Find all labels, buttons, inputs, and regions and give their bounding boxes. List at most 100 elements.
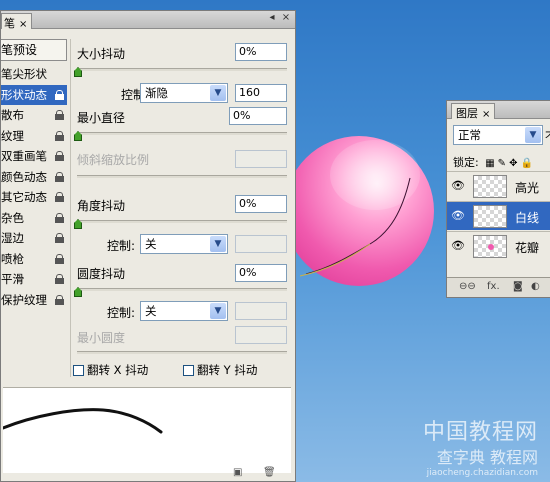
lock-all-icon[interactable]: 🔒 (520, 158, 532, 169)
eye-icon[interactable]: 👁 (451, 210, 465, 222)
min-diameter-label: 最小直径 (77, 111, 126, 125)
lock-icon[interactable] (55, 274, 64, 284)
angle-control-value: 关 (145, 237, 157, 251)
watermark-title: 中国教程网 (422, 420, 538, 445)
lock-icon[interactable] (55, 171, 64, 182)
lock-icon[interactable] (55, 253, 64, 264)
trash-icon[interactable]: 🗑 (263, 467, 276, 479)
layer-thumbnail (473, 175, 507, 198)
list-item-protect-texture[interactable]: 保护纹理 (1, 290, 67, 311)
list-item-noise[interactable]: 杂色 (1, 208, 67, 229)
flip-x-checkbox[interactable] (73, 365, 84, 376)
chevron-down-icon[interactable]: ▼ (210, 85, 226, 101)
lock-paint-icon[interactable]: ✎ (498, 158, 506, 169)
roundness-control-value: 关 (145, 304, 157, 318)
angle-control-input[interactable] (235, 235, 287, 253)
lock-icon[interactable] (55, 212, 64, 223)
list-item-wet-edges[interactable]: 湿边 (1, 228, 67, 249)
roundness-jitter-label: 圆度抖动 (77, 267, 126, 281)
panel-divider (70, 39, 71, 377)
size-control-select[interactable]: 渐隐 ▼ (140, 83, 228, 103)
tab-brushes-label: 笔 (4, 17, 15, 30)
lock-icon[interactable] (55, 294, 64, 305)
list-item-brush-tip-shape[interactable]: 笔尖形状 (1, 64, 67, 85)
roundness-jitter-input[interactable]: 0% (235, 264, 287, 282)
layer-thumbnail (473, 205, 507, 228)
brush-presets-button[interactable]: 笔预设 (1, 39, 67, 61)
blend-mode-value: 正常 (458, 128, 481, 142)
flip-y-checkbox[interactable] (183, 365, 194, 376)
list-item-shape-dynamics[interactable]: 形状动态 (1, 84, 67, 105)
chevron-down-icon[interactable]: ▼ (525, 127, 541, 143)
angle-jitter-input[interactable]: 0% (235, 195, 287, 213)
lock-icon[interactable] (55, 192, 64, 202)
close-icon[interactable]: × (19, 19, 27, 30)
fx-icon[interactable]: fx. (487, 281, 500, 292)
new-brush-icon[interactable]: ▣ (233, 467, 245, 479)
layer-name: 白线 (515, 211, 540, 225)
tab-brushes[interactable]: 笔 × (1, 13, 33, 30)
chevron-down-icon[interactable]: ▼ (210, 236, 226, 252)
min-diameter-input[interactable]: 0% (229, 107, 287, 125)
lock-transparency-icon[interactable]: ▦ (485, 158, 494, 169)
min-diameter-slider[interactable] (77, 132, 287, 135)
list-item-texture[interactable]: 纹理 (1, 126, 67, 147)
lock-icon[interactable] (55, 110, 64, 120)
close-panel-icon[interactable]: × (280, 12, 292, 24)
collapse-icon[interactable]: ◂ (266, 12, 278, 24)
tilt-scale-input[interactable] (235, 150, 287, 168)
lock-icon[interactable] (55, 151, 64, 161)
list-item-scattering[interactable]: 散布 (1, 105, 67, 126)
lock-label: 锁定: (453, 156, 479, 169)
list-item-smoothing[interactable]: 平滑 (1, 269, 67, 290)
layer-row-white-line[interactable]: 👁 白线 (447, 201, 550, 230)
list-item-dual-brush[interactable]: 双重画笔 (1, 146, 67, 167)
angle-jitter-slider[interactable] (77, 220, 287, 223)
adjustment-icon[interactable]: ◐ (531, 281, 540, 292)
brush-stroke-icon (1, 408, 163, 434)
min-roundness-input[interactable] (235, 326, 287, 344)
eye-icon[interactable]: 👁 (451, 180, 465, 192)
lock-icon[interactable] (55, 233, 64, 243)
lock-row: 锁定: ▦ ✎ ✥ 🔒 (453, 154, 533, 170)
brushes-panel-titlebar[interactable]: 笔 × ◂ × (1, 11, 295, 30)
roundness-control-label: 控制: (107, 306, 136, 320)
roundness-jitter-slider[interactable] (77, 288, 287, 291)
tab-layers[interactable]: 图层 × (451, 103, 496, 120)
layer-row-petal[interactable]: 👁 花瓣 (447, 231, 550, 260)
petal-thumbnail-dot (488, 244, 494, 250)
tab-layers-label: 图层 (456, 107, 478, 120)
layers-panel-titlebar[interactable]: 图层 × (447, 101, 550, 120)
min-roundness-slider[interactable] (77, 351, 287, 354)
angle-control-select[interactable]: 关 ▼ (140, 234, 228, 254)
roundness-control-input[interactable] (235, 302, 287, 320)
flip-y-label: 翻转 Y 抖动 (197, 363, 258, 377)
brush-settings-list: 笔预设 笔尖形状 形状动态 散布 纹理 双重画笔 颜色动态 其它动态 杂色 湿边… (1, 39, 67, 310)
lock-icon[interactable] (55, 130, 64, 141)
layer-name: 高光 (515, 181, 540, 195)
size-jitter-slider[interactable] (77, 68, 287, 71)
layer-name: 花瓣 (515, 241, 540, 255)
list-item-other-dynamics[interactable]: 其它动态 (1, 187, 67, 208)
layer-row-highlight[interactable]: 👁 高光 (447, 171, 550, 200)
size-jitter-input[interactable]: 0% (235, 43, 287, 61)
eye-icon[interactable]: 👁 (451, 240, 465, 252)
watermark-subtitle: 查字典 教程网 (436, 448, 538, 467)
mask-icon[interactable]: ◙ (513, 281, 523, 292)
chevron-down-icon[interactable]: ▼ (210, 303, 226, 319)
roundness-control-select[interactable]: 关 ▼ (140, 301, 228, 321)
size-jitter-label: 大小抖动 (77, 47, 126, 61)
min-roundness-label: 最小圆度 (77, 331, 126, 345)
lock-position-icon[interactable]: ✥ (509, 158, 517, 169)
list-item-airbrush[interactable]: 喷枪 (1, 249, 67, 270)
link-layers-icon[interactable]: ⊖⊖ (459, 281, 476, 292)
close-icon[interactable]: × (482, 109, 490, 120)
fade-steps-input[interactable]: 160 (235, 84, 287, 102)
size-control-value: 渐隐 (145, 86, 168, 100)
layer-thumbnail (473, 235, 507, 258)
blend-mode-select[interactable]: 正常 ▼ (453, 125, 543, 145)
lock-icon[interactable] (55, 89, 64, 100)
list-item-color-dynamics[interactable]: 颜色动态 (1, 167, 67, 188)
tilt-scale-label: 倾斜缩放比例 (77, 153, 150, 167)
tilt-scale-slider[interactable] (77, 175, 287, 178)
